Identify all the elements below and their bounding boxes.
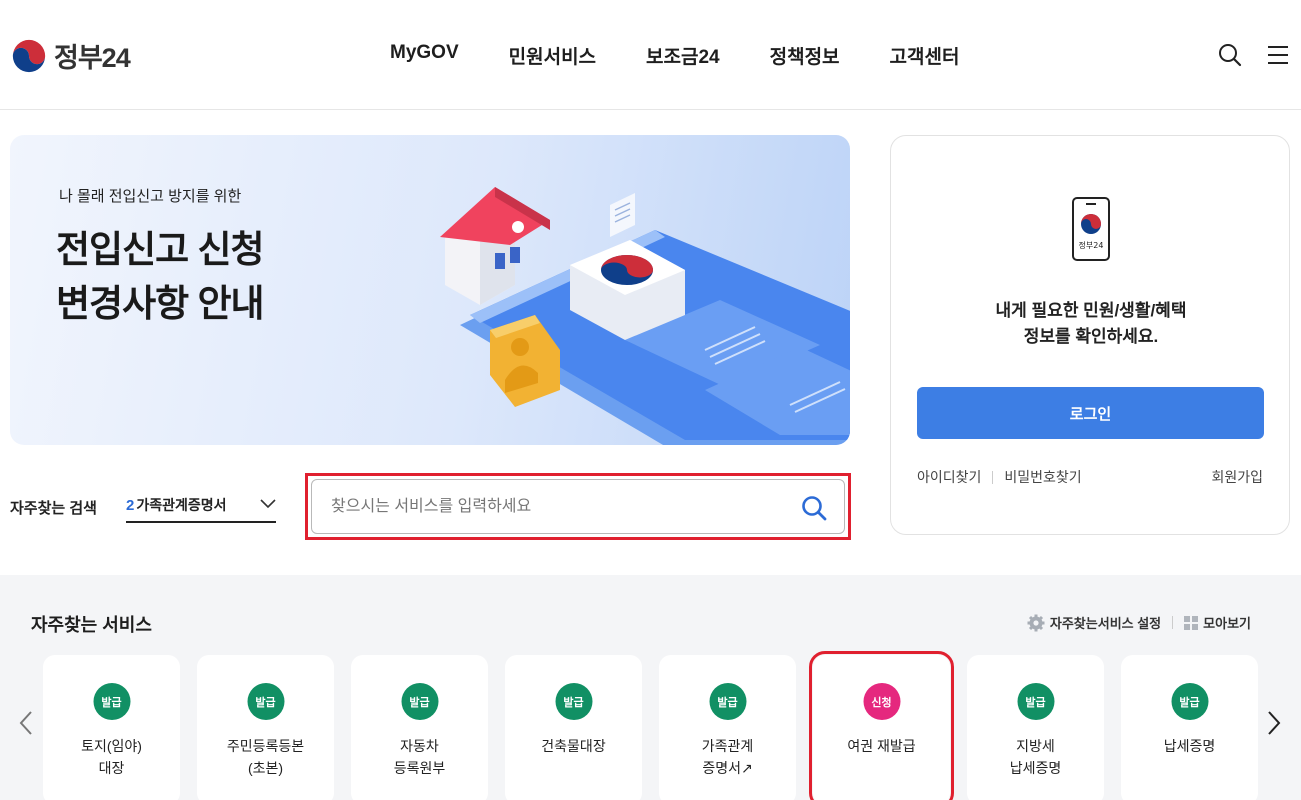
service-settings-button[interactable]: 자주찾는서비스 설정 <box>1027 613 1161 632</box>
divider <box>1172 616 1174 629</box>
login-links: 아이디찾기 비밀번호찾기 <box>917 467 1082 487</box>
nav-item-mygov[interactable]: MyGOV <box>390 42 459 69</box>
search-icon[interactable] <box>800 494 828 522</box>
divider <box>992 470 994 484</box>
popular-search-label: 자주찾는 검색 <box>10 500 97 517</box>
popular-keyword-select[interactable]: 2 가족관계증명서 <box>126 489 276 523</box>
login-button[interactable]: 로그인 <box>917 387 1264 439</box>
service-card-building-register[interactable]: 발급 건축물대장 <box>505 655 642 800</box>
view-all-label: 모아보기 <box>1203 616 1251 631</box>
service-card-tax-certificate[interactable]: 발급 납세증명 <box>1121 655 1258 800</box>
login-message-line2: 정보를 확인하세요. <box>1023 327 1159 346</box>
chevron-right-icon[interactable] <box>1266 710 1282 736</box>
main-banner[interactable]: 나 몰래 전입신고 방지를 위한 전입신고 신청 변경사항 안내 <box>10 135 850 445</box>
site-header: 정부24 MyGOV 민원서비스 보조금24 정책정보 고객센터 <box>0 0 1301 110</box>
find-password-link[interactable]: 비밀번호찾기 <box>1004 467 1081 487</box>
login-message: 내게 필요한 민원/생활/혜택 정보를 확인하세요. <box>891 298 1291 350</box>
service-card-list: 발급 토지(임야) 대장 발급 주민등록등본 (초본) 발급 자동차 등록원부 … <box>43 651 1258 800</box>
frequent-services-section: 자주찾는 서비스 자주찾는서비스 설정 모아보기 발급 토지(임야) 대장 발급… <box>0 575 1301 800</box>
service-card-label: 납세증명 <box>1163 738 1216 754</box>
nav-item-customer-center[interactable]: 고객센터 <box>890 42 960 69</box>
badge-issue: 발급 <box>555 683 592 720</box>
service-card-label: 자동차 등록원부 <box>393 738 446 776</box>
service-card-label: 건축물대장 <box>541 738 606 754</box>
join-link[interactable]: 회원가입 <box>1211 467 1263 487</box>
badge-issue: 발급 <box>401 683 438 720</box>
service-card-vehicle-register[interactable]: 발급 자동차 등록원부 <box>351 655 488 800</box>
taegeuk-logo-icon <box>10 37 48 74</box>
service-card-land-register[interactable]: 발급 토지(임야) 대장 <box>43 655 180 800</box>
service-card-label: 가족관계 증명서↗ <box>701 738 754 776</box>
service-tools: 자주찾는서비스 설정 모아보기 <box>1027 613 1251 632</box>
badge-issue: 발급 <box>1171 683 1208 720</box>
badge-issue: 발급 <box>247 683 284 720</box>
login-message-line1: 내게 필요한 민원/생활/혜택 <box>995 301 1187 320</box>
service-card-resident-register[interactable]: 발급 주민등록등본 (초본) <box>197 655 334 800</box>
search-icon[interactable] <box>1217 42 1243 68</box>
badge-issue: 발급 <box>709 683 746 720</box>
badge-apply: 신청 <box>863 683 900 720</box>
view-all-button[interactable]: 모아보기 <box>1184 613 1251 632</box>
service-card-passport-reissue[interactable]: 신청 여권 재발급 <box>809 651 954 800</box>
nav-item-subsidy24[interactable]: 보조금24 <box>646 42 720 69</box>
section-title: 자주찾는 서비스 <box>31 615 152 635</box>
nav-item-civil-service[interactable]: 민원서비스 <box>509 42 596 69</box>
service-card-label: 지방세 납세증명 <box>1009 738 1062 776</box>
logo-text: 정부24 <box>54 43 131 73</box>
banner-illustration <box>440 187 850 445</box>
banner-title: 전입신고 신청 변경사항 안내 <box>56 223 265 331</box>
keyword-text: 가족관계증명서 <box>136 497 227 513</box>
chevron-down-icon <box>260 499 276 509</box>
gear-icon <box>1027 614 1045 631</box>
banner-subtitle: 나 몰래 전입신고 방지를 위한 <box>59 188 242 205</box>
search-box-highlight <box>305 473 851 540</box>
login-card: 정부24 내게 필요한 민원/생활/혜택 정보를 확인하세요. 로그인 아이디찾… <box>890 135 1290 535</box>
mobile-gov24-icon: 정부24 <box>1072 197 1110 261</box>
phone-label: 정부24 <box>1079 240 1104 250</box>
badge-issue: 발급 <box>93 683 130 720</box>
service-card-label: 주민등록등본 (초본) <box>226 738 305 776</box>
keyword-rank: 2 <box>126 496 135 514</box>
search-input[interactable] <box>311 479 845 534</box>
chevron-left-icon[interactable] <box>18 710 34 736</box>
service-card-label: 여권 재발급 <box>847 738 916 754</box>
service-card-local-tax-certificate[interactable]: 발급 지방세 납세증명 <box>967 655 1104 800</box>
banner-title-line1: 전입신고 신청 <box>56 229 265 270</box>
badge-issue: 발급 <box>1017 683 1054 720</box>
main-nav: MyGOV 민원서비스 보조금24 정책정보 고객센터 <box>390 42 959 69</box>
menu-icon[interactable] <box>1265 42 1291 68</box>
service-settings-label: 자주찾는서비스 설정 <box>1049 616 1162 631</box>
find-id-link[interactable]: 아이디찾기 <box>917 467 981 487</box>
nav-item-policy-info[interactable]: 정책정보 <box>770 42 840 69</box>
grid-icon <box>1184 615 1199 630</box>
site-logo[interactable]: 정부24 <box>10 36 131 75</box>
service-card-family-certificate[interactable]: 발급 가족관계 증명서↗ <box>659 655 796 800</box>
banner-title-line2: 변경사항 안내 <box>56 283 265 324</box>
service-card-label: 토지(임야) 대장 <box>81 738 142 776</box>
